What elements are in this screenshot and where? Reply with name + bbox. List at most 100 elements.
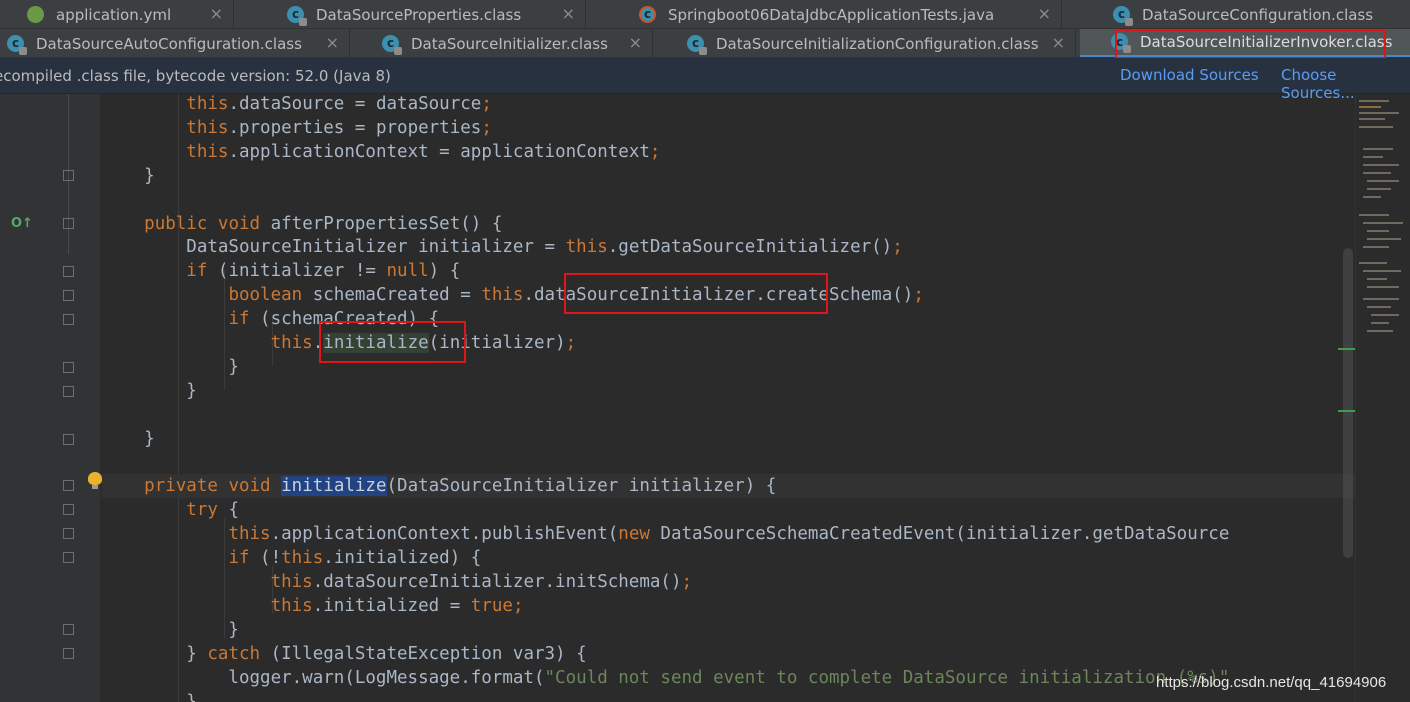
code-token: true [470,595,513,616]
code-line[interactable]: if (initializer != null) { [102,259,1355,283]
code-token: private void [144,476,271,497]
code-editor[interactable]: this.dataSource = dataSource; this.prope… [100,94,1355,702]
minimap-line [1363,196,1381,198]
fold-toggle-icon[interactable] [63,480,74,491]
tab-datasourceinitializationconfiguration[interactable]: c DataSourceInitializationConfiguration.… [680,29,1076,57]
code-line[interactable]: this.applicationContext.publishEvent(new… [102,522,1355,546]
fold-toggle-icon[interactable] [63,648,74,659]
tab-application-yml[interactable]: application.yml × [20,0,234,28]
code-line[interactable]: this.dataSource = dataSource; [102,94,1355,116]
code-token: null [386,261,429,282]
code-token: this [270,333,313,353]
code-token: "Could not send event to complete DataSo… [544,667,1230,688]
fold-toggle-icon[interactable] [63,314,74,325]
code-token: } [102,691,197,702]
code-line[interactable]: } [102,618,1355,642]
code-token: { [217,500,239,521]
code-line[interactable]: public void afterPropertiesSet() { [102,212,1355,236]
fold-toggle-icon[interactable] [63,290,74,301]
code-line[interactable] [102,403,1355,427]
change-marker [1338,410,1355,412]
fold-toggle-icon[interactable] [63,170,74,181]
fold-toggle-icon[interactable] [63,504,74,515]
code-token: boolean [228,285,303,306]
decompiled-info-bar: ecompiled .class file, bytecode version:… [0,58,1410,102]
code-token: .dataSource = dataSource [228,94,482,114]
tab-label: DataSourceInitializer.class [411,34,608,53]
close-icon[interactable]: × [562,4,575,23]
code-line[interactable]: this.dataSourceInitializer.initSchema(); [102,570,1355,594]
code-line[interactable]: if (!this.initialized) { [102,546,1355,570]
code-token: } [102,619,239,640]
tab-datasourceproperties[interactable]: c DataSourceProperties.class × [280,0,586,28]
fold-toggle-icon[interactable] [63,552,74,563]
minimap-line [1363,298,1399,300]
code-line[interactable] [102,188,1355,212]
class-file-icon: c [381,34,402,55]
code-line[interactable]: try { [102,498,1355,522]
class-file-icon: c [6,34,27,55]
tab-label: application.yml [56,5,172,24]
close-icon[interactable]: × [210,4,223,23]
tab-datasourceautoconfiguration[interactable]: c DataSourceAutoConfiguration.class × [0,29,350,57]
minimap-line [1367,238,1401,240]
code-token: if [186,261,208,282]
fold-toggle-icon[interactable] [63,362,74,373]
code-token: ; [681,572,693,592]
tab-datasourceconfiguration[interactable]: c DataSourceConfiguration.class [1106,0,1410,28]
code-line[interactable]: } [102,355,1355,379]
code-token: this [186,141,229,162]
code-token: .applicationContext.publishEvent( [270,524,619,545]
fold-toggle-icon[interactable] [63,624,74,635]
minimap-line [1367,306,1391,308]
scroll-thumb[interactable] [1343,248,1353,558]
minimap-line [1363,164,1399,166]
code-token: .properties = properties [228,117,482,138]
code-line[interactable]: } catch (IllegalStateException var3) { [102,642,1355,666]
editor-scrollbar[interactable] [1355,94,1410,702]
fold-toggle-icon[interactable] [63,266,74,277]
fold-toggle-icon[interactable] [63,434,74,445]
code-token: try [186,500,218,521]
close-icon[interactable]: × [326,33,339,52]
minimap-line [1363,156,1383,158]
close-icon[interactable]: × [629,33,642,52]
close-icon[interactable]: × [1038,4,1051,23]
code-token: this [270,572,313,592]
code-token: this [481,285,524,306]
code-line[interactable]: } [102,690,1355,702]
code-line[interactable]: this.applicationContext = applicationCon… [102,140,1355,164]
code-line[interactable]: this.initialized = true; [102,594,1355,618]
fold-toggle-icon[interactable] [63,386,74,397]
code-line[interactable]: DataSourceInitializer initializer = this… [102,235,1355,259]
editor-tab-row-2: c DataSourceAutoConfiguration.class × c … [0,29,1410,58]
code-line[interactable]: private void initialize(DataSourceInitia… [102,474,1355,499]
yml-file-icon [26,5,46,25]
code-line[interactable] [102,451,1355,475]
editor-tab-row-1: application.yml × c DataSourceProperties… [0,0,1410,29]
tab-datasourceinitializerinvoker[interactable]: c DataSourceInitializerInvoker.class [1080,29,1410,57]
code-line[interactable]: if (schemaCreated) { [102,307,1355,331]
close-icon[interactable]: × [1052,33,1065,52]
code-line[interactable]: boolean schemaCreated = this.dataSourceI… [102,283,1355,307]
code-line[interactable]: this.properties = properties; [102,116,1355,140]
fold-toggle-icon[interactable] [63,218,74,229]
fold-toggle-icon[interactable] [63,528,74,539]
code-line[interactable]: this.initialize(initializer); [102,331,1355,355]
download-sources-link[interactable]: Download Sources [1120,66,1259,84]
tab-label: DataSourceProperties.class [316,5,522,24]
tab-datasourceinitializer[interactable]: c DataSourceInitializer.class × [375,29,653,57]
tab-springboot06-tests[interactable]: c Springboot06DataJdbcApplicationTests.j… [632,0,1062,28]
code-line[interactable]: } [102,379,1355,403]
minimap-line [1367,330,1393,332]
lock-icon [1123,45,1131,53]
code-token: this [270,595,313,616]
lock-icon [394,46,402,55]
code-line[interactable]: } [102,164,1355,188]
code-line[interactable]: } [102,427,1355,451]
lock-icon [299,17,307,26]
override-method-icon[interactable]: O↑ [11,216,33,231]
